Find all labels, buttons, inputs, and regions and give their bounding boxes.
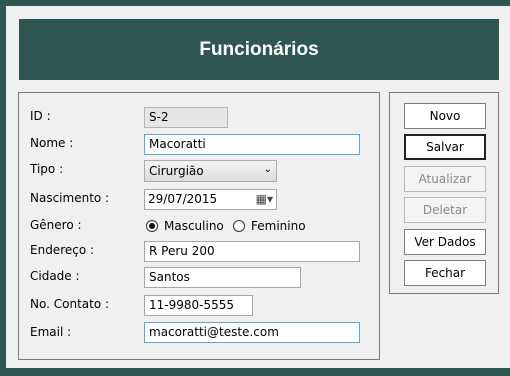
endereco-label: Endereço : xyxy=(30,243,95,257)
salvar-button[interactable]: Salvar xyxy=(404,134,486,160)
radio-masculino-label: Masculino xyxy=(164,219,224,233)
atualizar-button[interactable]: Atualizar xyxy=(404,166,486,192)
nome-label: Nome : xyxy=(30,136,74,150)
tipo-select[interactable]: Cirurgião ⌄ xyxy=(144,160,277,182)
cidade-field[interactable]: Santos xyxy=(144,267,301,288)
window: Funcionários ID : S-2 Nome : Macoratti T… xyxy=(6,6,510,368)
tipo-select-value: Cirurgião xyxy=(149,164,204,178)
endereco-field[interactable]: R Peru 200 xyxy=(144,241,360,262)
nome-field[interactable]: Macoratti xyxy=(144,134,360,155)
chevron-down-icon: ⌄ xyxy=(263,164,272,175)
radio-feminino[interactable]: Feminino xyxy=(233,219,306,233)
radio-feminino-circle[interactable] xyxy=(233,220,245,232)
nascimento-date-picker[interactable]: 29/07/2015 ▦▾ xyxy=(144,189,277,210)
email-label: Email : xyxy=(30,325,72,339)
contato-label: No. Contato : xyxy=(30,297,110,311)
ver-dados-button[interactable]: Ver Dados xyxy=(404,229,486,255)
contato-field[interactable]: 11-9980-5555 xyxy=(144,295,253,316)
header-banner: Funcionários xyxy=(19,19,499,80)
radio-masculino[interactable]: Masculino xyxy=(146,219,224,233)
deletar-button[interactable]: Deletar xyxy=(404,197,486,223)
cidade-label: Cidade : xyxy=(30,269,80,283)
radio-feminino-label: Feminino xyxy=(251,219,306,233)
tipo-label: Tipo : xyxy=(30,162,64,176)
nascimento-label: Nascimento : xyxy=(30,191,110,205)
calendar-dropdown-icon[interactable]: ▦▾ xyxy=(256,192,273,207)
id-field: S-2 xyxy=(144,107,228,128)
radio-masculino-circle[interactable] xyxy=(146,220,158,232)
id-label: ID : xyxy=(30,109,51,123)
novo-button[interactable]: Novo xyxy=(404,103,486,129)
email-field[interactable]: macoratti@teste.com xyxy=(144,322,360,343)
button-panel: Novo Salvar Atualizar Deletar Ver Dados … xyxy=(389,92,499,294)
form-panel: ID : S-2 Nome : Macoratti Tipo : Cirurgi… xyxy=(18,92,380,360)
nascimento-value: 29/07/2015 xyxy=(148,192,218,206)
fechar-button[interactable]: Fechar xyxy=(404,260,486,286)
page-title: Funcionários xyxy=(199,38,319,60)
genero-label: Gênero : xyxy=(30,218,82,232)
